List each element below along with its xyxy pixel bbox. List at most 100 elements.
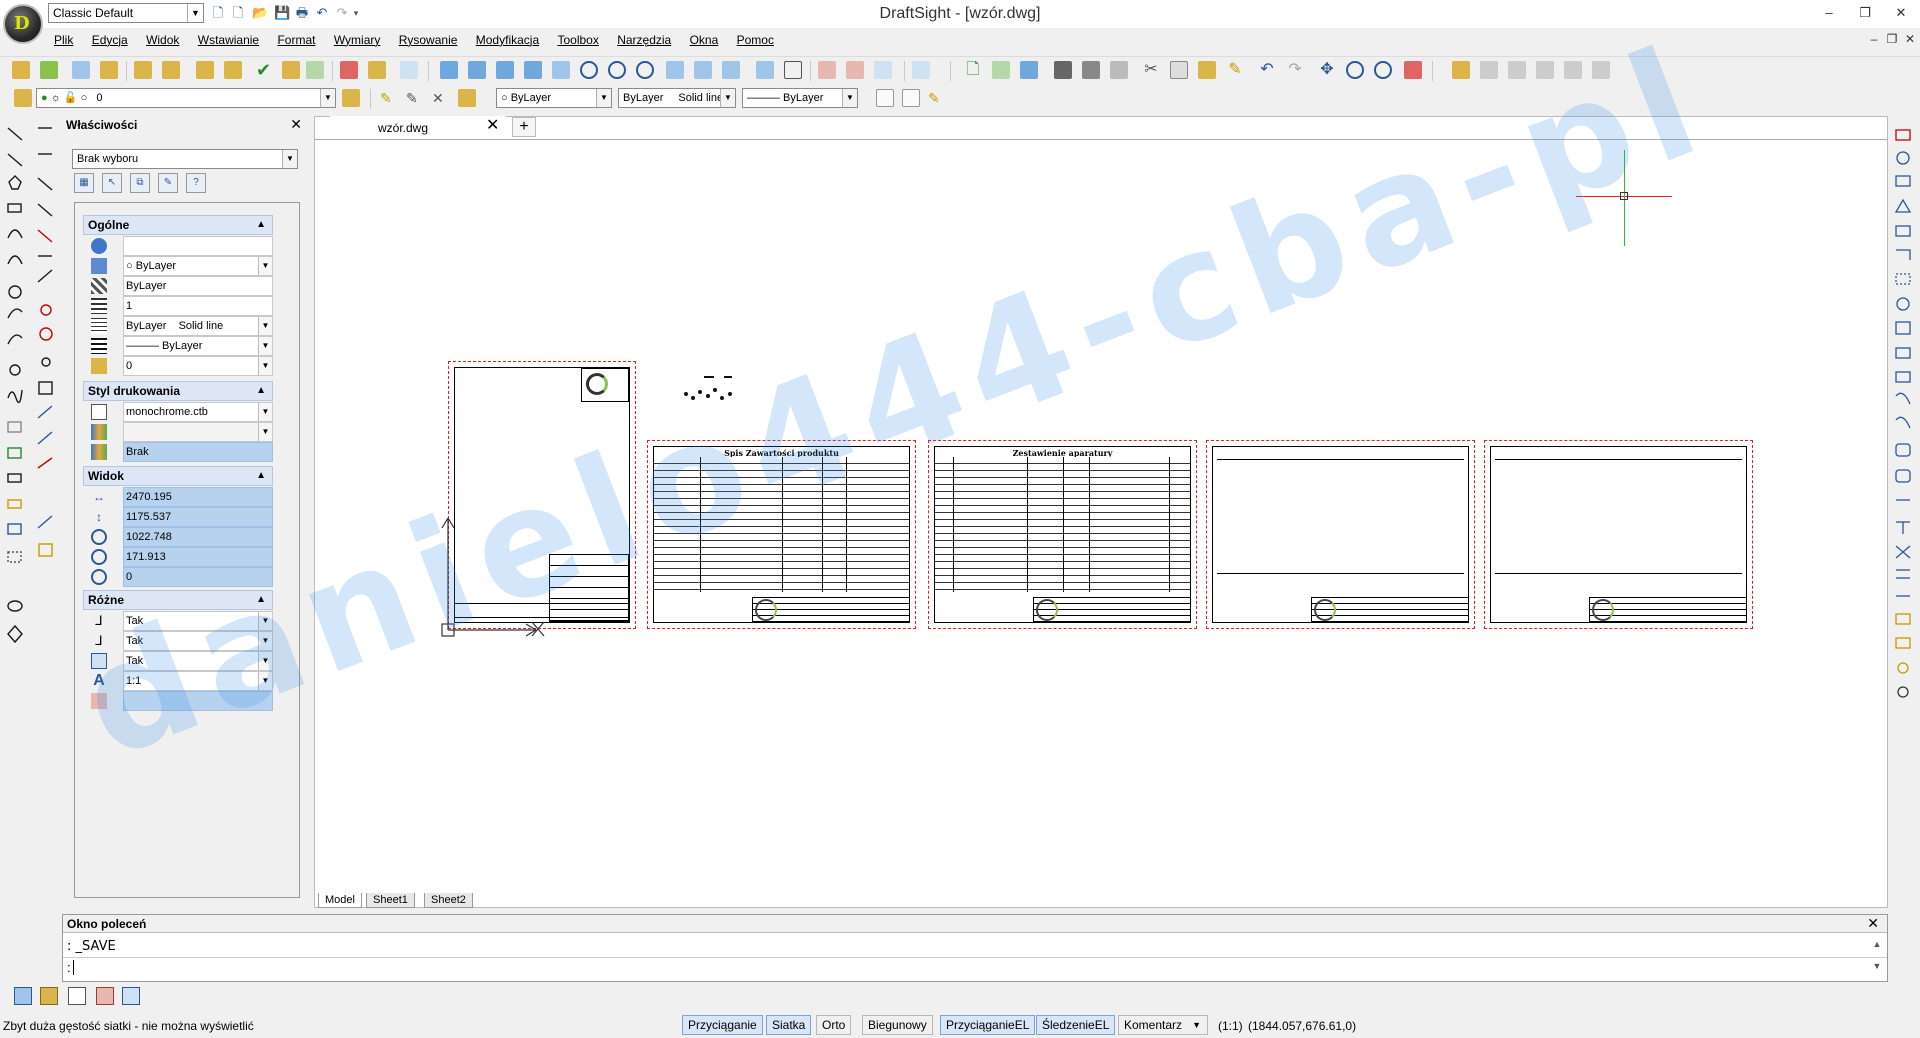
layer-previous-button-icon[interactable] [342, 89, 360, 107]
menu-toolbox[interactable]: Toolbox [557, 33, 598, 47]
grid-toggle[interactable]: Siatka [766, 1015, 812, 1035]
block-edit-icon[interactable] [96, 987, 114, 1005]
minimize-button[interactable]: – [1812, 0, 1846, 26]
prop-pattern-field[interactable]: ByLayer [123, 276, 273, 296]
redo-action-icon[interactable]: ↷ [1286, 61, 1304, 79]
save-drawing-icon[interactable] [1020, 61, 1038, 79]
prop-scale-field[interactable]: 1 [123, 296, 273, 316]
command-input[interactable]: : [63, 958, 1887, 980]
close-icon[interactable]: ✕ [1867, 915, 1879, 932]
copy-icon[interactable] [1170, 61, 1188, 79]
prop-empty-field[interactable] [123, 236, 273, 256]
draw-tools-icons[interactable] [0, 118, 62, 918]
section-print-style[interactable]: Styl drukowania ▲ [83, 381, 273, 401]
command-scrollbar[interactable]: ▲ ▼ [1869, 933, 1885, 981]
page-setup-icon[interactable] [1110, 61, 1128, 79]
style-manager-icon[interactable]: ✎ [928, 89, 946, 107]
layer-apply-icon[interactable] [458, 89, 476, 107]
menu-draw[interactable]: Rysowanie [399, 33, 458, 47]
document-tab[interactable]: wzór.dwg ✕ [330, 116, 506, 138]
snap-extension-icon[interactable] [552, 61, 570, 79]
menu-tools[interactable]: Narzędzia [617, 33, 671, 47]
attribute-icon[interactable] [68, 987, 86, 1005]
make-block-icon[interactable] [40, 987, 58, 1005]
menu-file[interactable]: Plik [54, 33, 73, 47]
layer-merge-icon[interactable] [282, 61, 300, 79]
print-drawing-icon[interactable] [1054, 61, 1072, 79]
prop-color-field[interactable]: ○ ByLayer ▼ [123, 256, 273, 276]
annotation-dropdown[interactable]: Komentarz ▼ [1118, 1015, 1208, 1035]
tab-model[interactable]: Model [318, 893, 362, 908]
layer-freeze-icon[interactable] [162, 61, 180, 79]
chevron-down-icon[interactable]: ▼ [720, 89, 735, 107]
menu-format[interactable]: Format [277, 33, 315, 47]
menu-view[interactable]: Widok [146, 33, 179, 47]
sheet-blank-1[interactable] [1206, 440, 1475, 629]
close-icon[interactable]: ✕ [486, 116, 499, 136]
menu-help[interactable]: Pomoc [737, 33, 774, 47]
right-toolbar-icons[interactable] [1892, 126, 1918, 766]
layer-cross-icon[interactable]: ✕ [432, 89, 450, 107]
snap-parallel-icon[interactable] [694, 61, 712, 79]
menu-modify[interactable]: Modyfikacja [476, 33, 539, 47]
new-tab-button[interactable]: + [512, 117, 536, 137]
snap-apparent-icon[interactable] [524, 61, 542, 79]
snap-settings-icon[interactable] [818, 61, 836, 79]
linetype-combo[interactable]: ByLayer Solid line ▼ [618, 88, 736, 108]
menu-dimension[interactable]: Wymiary [334, 33, 381, 47]
chevron-down-icon[interactable]: ▼ [1192, 1016, 1201, 1034]
menu-window[interactable]: Okna [690, 33, 719, 47]
layer-delete-icon[interactable] [340, 61, 358, 79]
layer-tools-icon[interactable] [1452, 61, 1470, 79]
properties-toggle-icon[interactable] [1404, 61, 1422, 79]
layer-manager-button-icon[interactable] [14, 89, 32, 107]
collapse-icon[interactable]: ▲ [256, 382, 266, 400]
snap-tangent-icon[interactable] [636, 61, 654, 79]
close-icon[interactable]: ✕ [290, 116, 302, 133]
dimension-style-icon[interactable] [902, 89, 920, 107]
layer-walk-icon[interactable] [306, 61, 324, 79]
chevron-down-icon[interactable]: ▼ [258, 337, 272, 355]
layer-combo[interactable]: ● ☼ 🔓 ○ 0 ▼ [36, 88, 336, 108]
layer-lock-icon[interactable] [224, 61, 242, 79]
chevron-down-icon[interactable]: ▼ [258, 257, 272, 275]
prop-print-table-field[interactable]: monochrome.ctb ▼ [123, 402, 273, 422]
snap-intersection-icon[interactable] [496, 61, 514, 79]
collapse-icon[interactable]: ▲ [256, 216, 266, 234]
sheet-equipment[interactable]: Zestawienie aparatury [928, 440, 1197, 629]
chevron-down-icon[interactable]: ▼ [282, 150, 297, 168]
scroll-up-icon[interactable]: ▲ [1869, 933, 1885, 955]
toggle-pickadd-icon[interactable]: ⧉ [130, 173, 150, 193]
layer-state-icon[interactable] [12, 61, 30, 79]
tab-sheet2[interactable]: Sheet2 [424, 893, 473, 908]
snap-node-icon[interactable] [756, 61, 774, 79]
chevron-down-icon[interactable]: ▼ [842, 89, 857, 107]
match-layer-icon[interactable] [72, 61, 90, 79]
pan-icon[interactable]: ✥ [1318, 61, 1336, 79]
select-objects-icon[interactable]: ↖ [102, 173, 122, 193]
new-from-template-icon[interactable] [992, 61, 1010, 79]
snap-perpendicular-icon[interactable] [666, 61, 684, 79]
cut-icon[interactable]: ✂ [1142, 61, 1160, 79]
make-current-icon[interactable]: ✎ [380, 89, 398, 107]
paste-icon[interactable] [1198, 61, 1216, 79]
doc-close-button[interactable]: ✕ [1900, 32, 1920, 46]
measure-icon[interactable] [912, 61, 930, 79]
ortho-toggle[interactable]: Orto [816, 1015, 852, 1035]
snap-nearest-icon[interactable] [722, 61, 740, 79]
layer-translate-icon[interactable] [368, 61, 386, 79]
snap-endpoint-icon[interactable] [440, 61, 458, 79]
etrack-toggle[interactable]: ŚledzenieEL [1036, 1015, 1116, 1035]
quick-select-icon[interactable]: ▦ [74, 173, 94, 193]
chevron-down-icon[interactable]: ▼ [320, 89, 335, 107]
tab-sheet1[interactable]: Sheet1 [366, 893, 415, 908]
layer-previous-icon[interactable] [100, 61, 118, 79]
new-drawing-icon[interactable]: 🗋 [964, 61, 982, 79]
layer-isolate-icon[interactable] [134, 61, 152, 79]
insert-block-icon[interactable] [14, 987, 32, 1005]
checkmark-icon[interactable]: ✔ [256, 61, 274, 79]
layer-filter-icon[interactable] [400, 61, 418, 79]
menu-insert[interactable]: Wstawianie [198, 33, 259, 47]
snap-clear-icon[interactable] [846, 61, 864, 79]
color-combo[interactable]: ○ ByLayer ▼ [496, 88, 612, 108]
